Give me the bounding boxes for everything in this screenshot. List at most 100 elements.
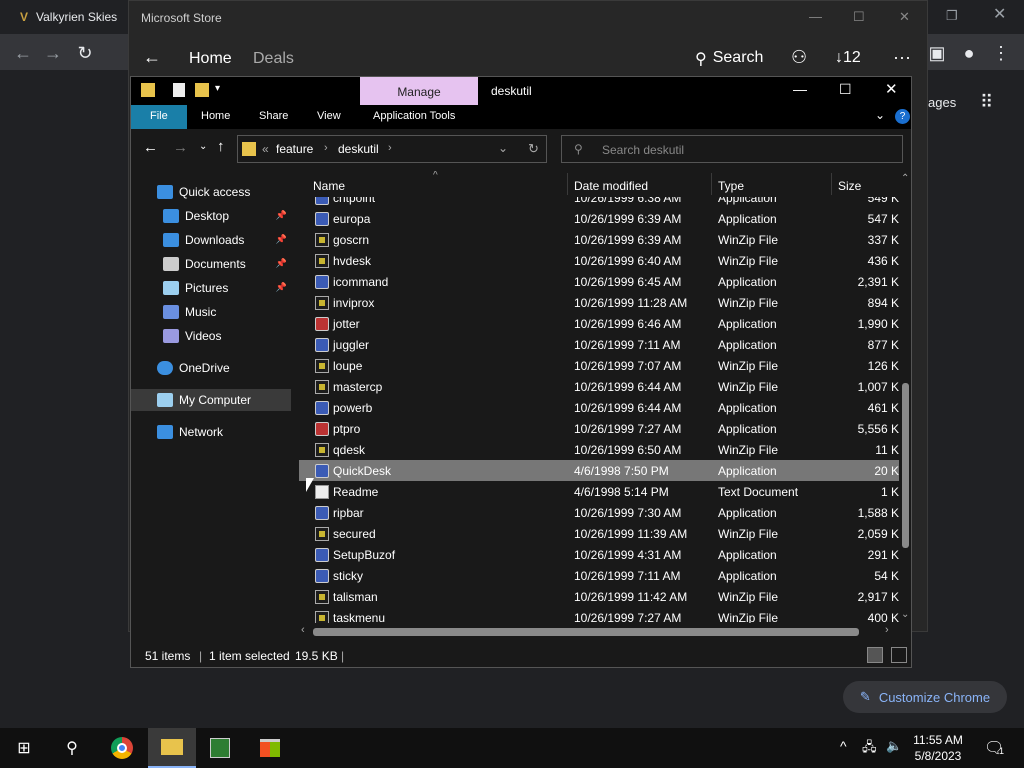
file-row[interactable]: SetupBuzof 10/26/1999 4:31 AM Application 2…: [299, 544, 899, 565]
file-row[interactable]: sticky 10/26/1999 7:11 AM Application 54 K: [299, 565, 899, 586]
recent-locations-icon[interactable]: ⌄: [199, 141, 207, 152]
taskbar-chrome-icon[interactable]: [98, 728, 146, 768]
file-row[interactable]: jotter 10/26/1999 6:46 AM Application 1,990…: [299, 313, 899, 334]
pin-icon[interactable]: 📌: [276, 258, 287, 269]
taskbar-app-icon[interactable]: [196, 728, 244, 768]
ribbon-tab-view[interactable]: View: [317, 110, 341, 122]
scroll-up-icon[interactable]: ⌃: [901, 173, 909, 184]
store-minimize-icon[interactable]: —: [809, 9, 822, 24]
properties-icon[interactable]: [173, 83, 185, 97]
chrome-reload-icon[interactable]: ↻: [72, 40, 98, 66]
network-tray-icon[interactable]: 🖧: [862, 738, 877, 760]
column-separator[interactable]: [831, 173, 832, 195]
file-row[interactable]: Readme 4/6/1998 5:14 PM Text Document 1 K: [299, 481, 899, 502]
address-bar[interactable]: « feature › deskutil › ⌄ ↻: [237, 135, 547, 163]
breadcrumb-deskutil[interactable]: deskutil: [338, 142, 379, 156]
chrome-back-icon[interactable]: ←: [10, 40, 36, 66]
column-separator[interactable]: [711, 173, 712, 195]
explorer-maximize-icon[interactable]: ☐: [839, 81, 852, 98]
details-view-icon[interactable]: [867, 647, 883, 663]
vertical-scrollbar[interactable]: ⌃ ⌄: [899, 173, 911, 625]
store-account-icon[interactable]: ⚇: [791, 47, 807, 68]
store-maximize-icon[interactable]: ☐: [853, 9, 865, 25]
nav-item-documents[interactable]: Documents 📌: [131, 253, 291, 275]
column-header-date[interactable]: Date modified: [574, 179, 648, 193]
horizontal-scroll-thumb[interactable]: [313, 628, 859, 636]
store-nav-deals[interactable]: Deals: [253, 50, 294, 68]
scroll-right-icon[interactable]: ›: [885, 624, 889, 636]
file-row[interactable]: qdesk 10/26/1999 6:50 AM WinZip File 11 K: [299, 439, 899, 460]
column-separator[interactable]: [567, 173, 568, 195]
ribbon-expand-icon[interactable]: ⌄: [875, 108, 885, 122]
volume-tray-icon[interactable]: 🔈: [886, 738, 902, 754]
scroll-left-icon[interactable]: ‹: [301, 624, 305, 636]
file-row[interactable]: QuickDesk 4/6/1998 7:50 PM Application 20 K: [299, 460, 899, 481]
refresh-icon[interactable]: ↻: [528, 141, 539, 157]
store-more-icon[interactable]: ···: [893, 47, 911, 68]
vertical-scroll-thumb[interactable]: [902, 383, 909, 548]
ribbon-tab-home[interactable]: Home: [201, 110, 230, 122]
breadcrumb-feature[interactable]: feature: [276, 142, 313, 156]
large-icons-view-icon[interactable]: [891, 647, 907, 663]
chrome-menu-icon[interactable]: ⋮: [988, 40, 1014, 66]
nav-item-music[interactable]: Music: [131, 301, 291, 323]
file-row[interactable]: inviprox 10/26/1999 11:28 AM WinZip File 89…: [299, 292, 899, 313]
file-row[interactable]: hvdesk 10/26/1999 6:40 AM WinZip File 436 K: [299, 250, 899, 271]
forward-icon[interactable]: →: [173, 139, 188, 156]
chrome-restore-icon[interactable]: ❐: [946, 8, 958, 24]
nav-item-onedrive[interactable]: OneDrive: [131, 357, 291, 379]
chrome-close-icon[interactable]: ✕: [993, 4, 1006, 24]
nav-item-pictures[interactable]: Pictures 📌: [131, 277, 291, 299]
store-search-button[interactable]: ⚲ Search: [695, 49, 763, 69]
tray-chevron-icon[interactable]: ^: [840, 738, 847, 754]
store-nav-home[interactable]: Home: [189, 50, 232, 68]
ribbon-tab-share[interactable]: Share: [259, 110, 288, 122]
column-header-name[interactable]: Name: [313, 179, 345, 193]
taskbar-search-icon[interactable]: ⚲: [48, 728, 96, 768]
file-row[interactable]: talisman 10/26/1999 11:42 AM WinZip File 2,…: [299, 586, 899, 607]
up-icon[interactable]: ↑: [217, 138, 225, 155]
nav-item-my-computer[interactable]: My Computer: [131, 389, 291, 411]
file-row[interactable]: goscrn 10/26/1999 6:39 AM WinZip File 337 K: [299, 229, 899, 250]
help-icon[interactable]: ?: [895, 109, 910, 124]
nav-item-downloads[interactable]: Downloads 📌: [131, 229, 291, 251]
customize-chrome-button[interactable]: ✎ Customize Chrome: [843, 681, 1007, 713]
taskbar-file-explorer-icon[interactable]: [148, 728, 196, 768]
file-row[interactable]: ptpro 10/26/1999 7:27 AM Application 5,556 …: [299, 418, 899, 439]
pin-icon[interactable]: 📌: [276, 282, 287, 293]
chrome-profile-icon[interactable]: ●: [956, 40, 982, 66]
ribbon-tab-application-tools[interactable]: Application Tools: [373, 110, 455, 122]
file-row[interactable]: secured 10/26/1999 11:39 AM WinZip File 2,0…: [299, 523, 899, 544]
nav-item-quick-access[interactable]: Quick access: [131, 181, 291, 203]
store-downloads-button[interactable]: ↓12: [835, 49, 861, 67]
chrome-tab[interactable]: V Valkyrien Skies: [8, 2, 138, 32]
explorer-close-icon[interactable]: ✕: [885, 80, 898, 98]
nav-item-desktop[interactable]: Desktop 📌: [131, 205, 291, 227]
apps-grid-icon[interactable]: ⠿: [980, 92, 993, 113]
manage-tab[interactable]: Manage: [360, 77, 478, 105]
back-icon[interactable]: ←: [143, 139, 158, 156]
file-row[interactable]: mastercp 10/26/1999 6:44 AM WinZip File 1,0…: [299, 376, 899, 397]
file-row[interactable]: loupe 10/26/1999 7:07 AM WinZip File 126 K: [299, 355, 899, 376]
chrome-forward-icon[interactable]: →: [40, 40, 66, 66]
pin-icon[interactable]: 📌: [276, 210, 287, 221]
file-row[interactable]: ripbar 10/26/1999 7:30 AM Application 1,588…: [299, 502, 899, 523]
store-back-icon[interactable]: ←: [143, 47, 161, 68]
column-header-type[interactable]: Type: [718, 179, 744, 193]
qat-dropdown-icon[interactable]: ▾: [215, 83, 220, 94]
taskbar-clock[interactable]: 11:55 AM 5/8/2023: [908, 732, 968, 764]
chrome-images-link[interactable]: ages: [928, 95, 956, 110]
scroll-down-icon[interactable]: ⌄: [901, 609, 909, 620]
file-row[interactable]: europa 10/26/1999 6:39 AM Application 547 K: [299, 208, 899, 229]
file-row[interactable]: juggler 10/26/1999 7:11 AM Application 877 …: [299, 334, 899, 355]
explorer-minimize-icon[interactable]: —: [793, 81, 807, 97]
pin-icon[interactable]: 📌: [276, 234, 287, 245]
new-folder-icon[interactable]: [195, 83, 209, 97]
start-windows-icon[interactable]: ⊞: [0, 728, 48, 768]
horizontal-scrollbar[interactable]: ‹ ›: [299, 624, 899, 639]
column-header-size[interactable]: Size: [838, 179, 861, 193]
file-row[interactable]: taskmenu 10/26/1999 7:27 AM WinZip File 400…: [299, 607, 899, 623]
store-close-icon[interactable]: ✕: [899, 9, 910, 25]
file-row[interactable]: icommand 10/26/1999 6:45 AM Application 2,3…: [299, 271, 899, 292]
nav-item-network[interactable]: Network: [131, 421, 291, 443]
